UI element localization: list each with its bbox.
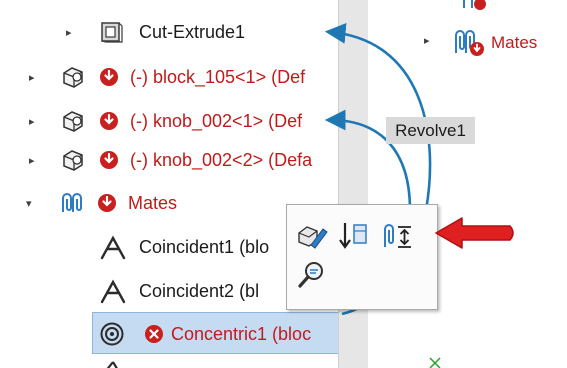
tree-item-label: (-) block_105<1> (Def <box>130 67 306 87</box>
rebuild-error-icon <box>100 151 118 169</box>
coincident-mate-icon <box>100 279 126 304</box>
rebuild-error-icon <box>98 194 116 212</box>
tree-item-block-105-1[interactable]: ▸ (-) block_105<1> (Def <box>0 55 340 101</box>
right-pane-mates-label[interactable]: Mates <box>491 33 537 53</box>
expand-arrow-icon[interactable]: ▸ <box>29 116 35 128</box>
rebuild-error-icon <box>100 112 118 130</box>
tree-item-label: (-) knob_002<2> (Defa <box>130 150 313 170</box>
mates-move-icon <box>384 224 411 248</box>
pane-splitter[interactable] <box>338 0 369 368</box>
mates-folder-icon <box>62 193 82 212</box>
tree-item-label: Mates <box>128 193 178 213</box>
mate-folder-move-button[interactable] <box>381 219 415 253</box>
context-toolbar <box>286 204 438 310</box>
collapse-arrow-icon[interactable]: ▾ <box>26 198 32 210</box>
mate-icon-partial <box>106 361 118 368</box>
solidworks-featuremanager-view: ▸ Cut-Extrude1 ▸ (-) block_105<1> (Def ▸… <box>0 0 567 368</box>
tree-item-label: Coincident2 (bl <box>139 281 260 301</box>
coincident-mate-icon <box>100 235 126 260</box>
mate-failed-icon <box>145 325 163 343</box>
part-component-icon <box>63 111 83 132</box>
edit-feature-icon <box>298 226 328 249</box>
rollback-button[interactable] <box>337 219 371 253</box>
tree-item-label: Concentric1 (bloc <box>171 324 312 344</box>
rebuild-error-icon <box>100 68 118 86</box>
feature-label-revolve[interactable]: Revolve1 <box>386 117 475 144</box>
tree-item-label: Cut-Extrude1 <box>139 22 246 42</box>
callout-red-arrow <box>435 217 514 249</box>
tree-item-knob-002-2[interactable]: ▸ (-) knob_002<2> (Defa <box>0 138 340 184</box>
expand-arrow-icon[interactable]: ▸ <box>29 155 35 167</box>
part-component-icon <box>63 150 83 171</box>
tree-item-cut-extrude1[interactable]: ▸ Cut-Extrude1 <box>0 10 340 56</box>
zoom-to-selection-button[interactable] <box>295 259 329 293</box>
part-component-icon <box>63 67 83 88</box>
expand-arrow-icon[interactable]: ▸ <box>29 72 35 84</box>
concentric-mate-icon <box>100 322 124 346</box>
expand-arrow-icon[interactable]: ▸ <box>424 34 430 47</box>
tree-item-label: (-) knob_002<1> (Def <box>130 111 303 131</box>
expand-arrow-icon[interactable]: ▸ <box>66 27 72 39</box>
feature-tree-pane: ▸ Cut-Extrude1 ▸ (-) block_105<1> (Def ▸… <box>0 0 340 368</box>
axis-indicator-icon <box>429 357 441 368</box>
partial-error-icon <box>463 0 486 10</box>
magnifier-icon <box>298 262 323 288</box>
rollback-icon <box>339 223 367 249</box>
edit-mate-button[interactable] <box>295 219 329 253</box>
tree-item-label: Coincident1 (blo <box>139 237 270 257</box>
mates-folder-error-icon <box>455 30 484 56</box>
tree-item-concentric1[interactable]: Concentric1 (bloc <box>0 312 340 358</box>
cut-extrude-feature-icon <box>101 22 123 43</box>
